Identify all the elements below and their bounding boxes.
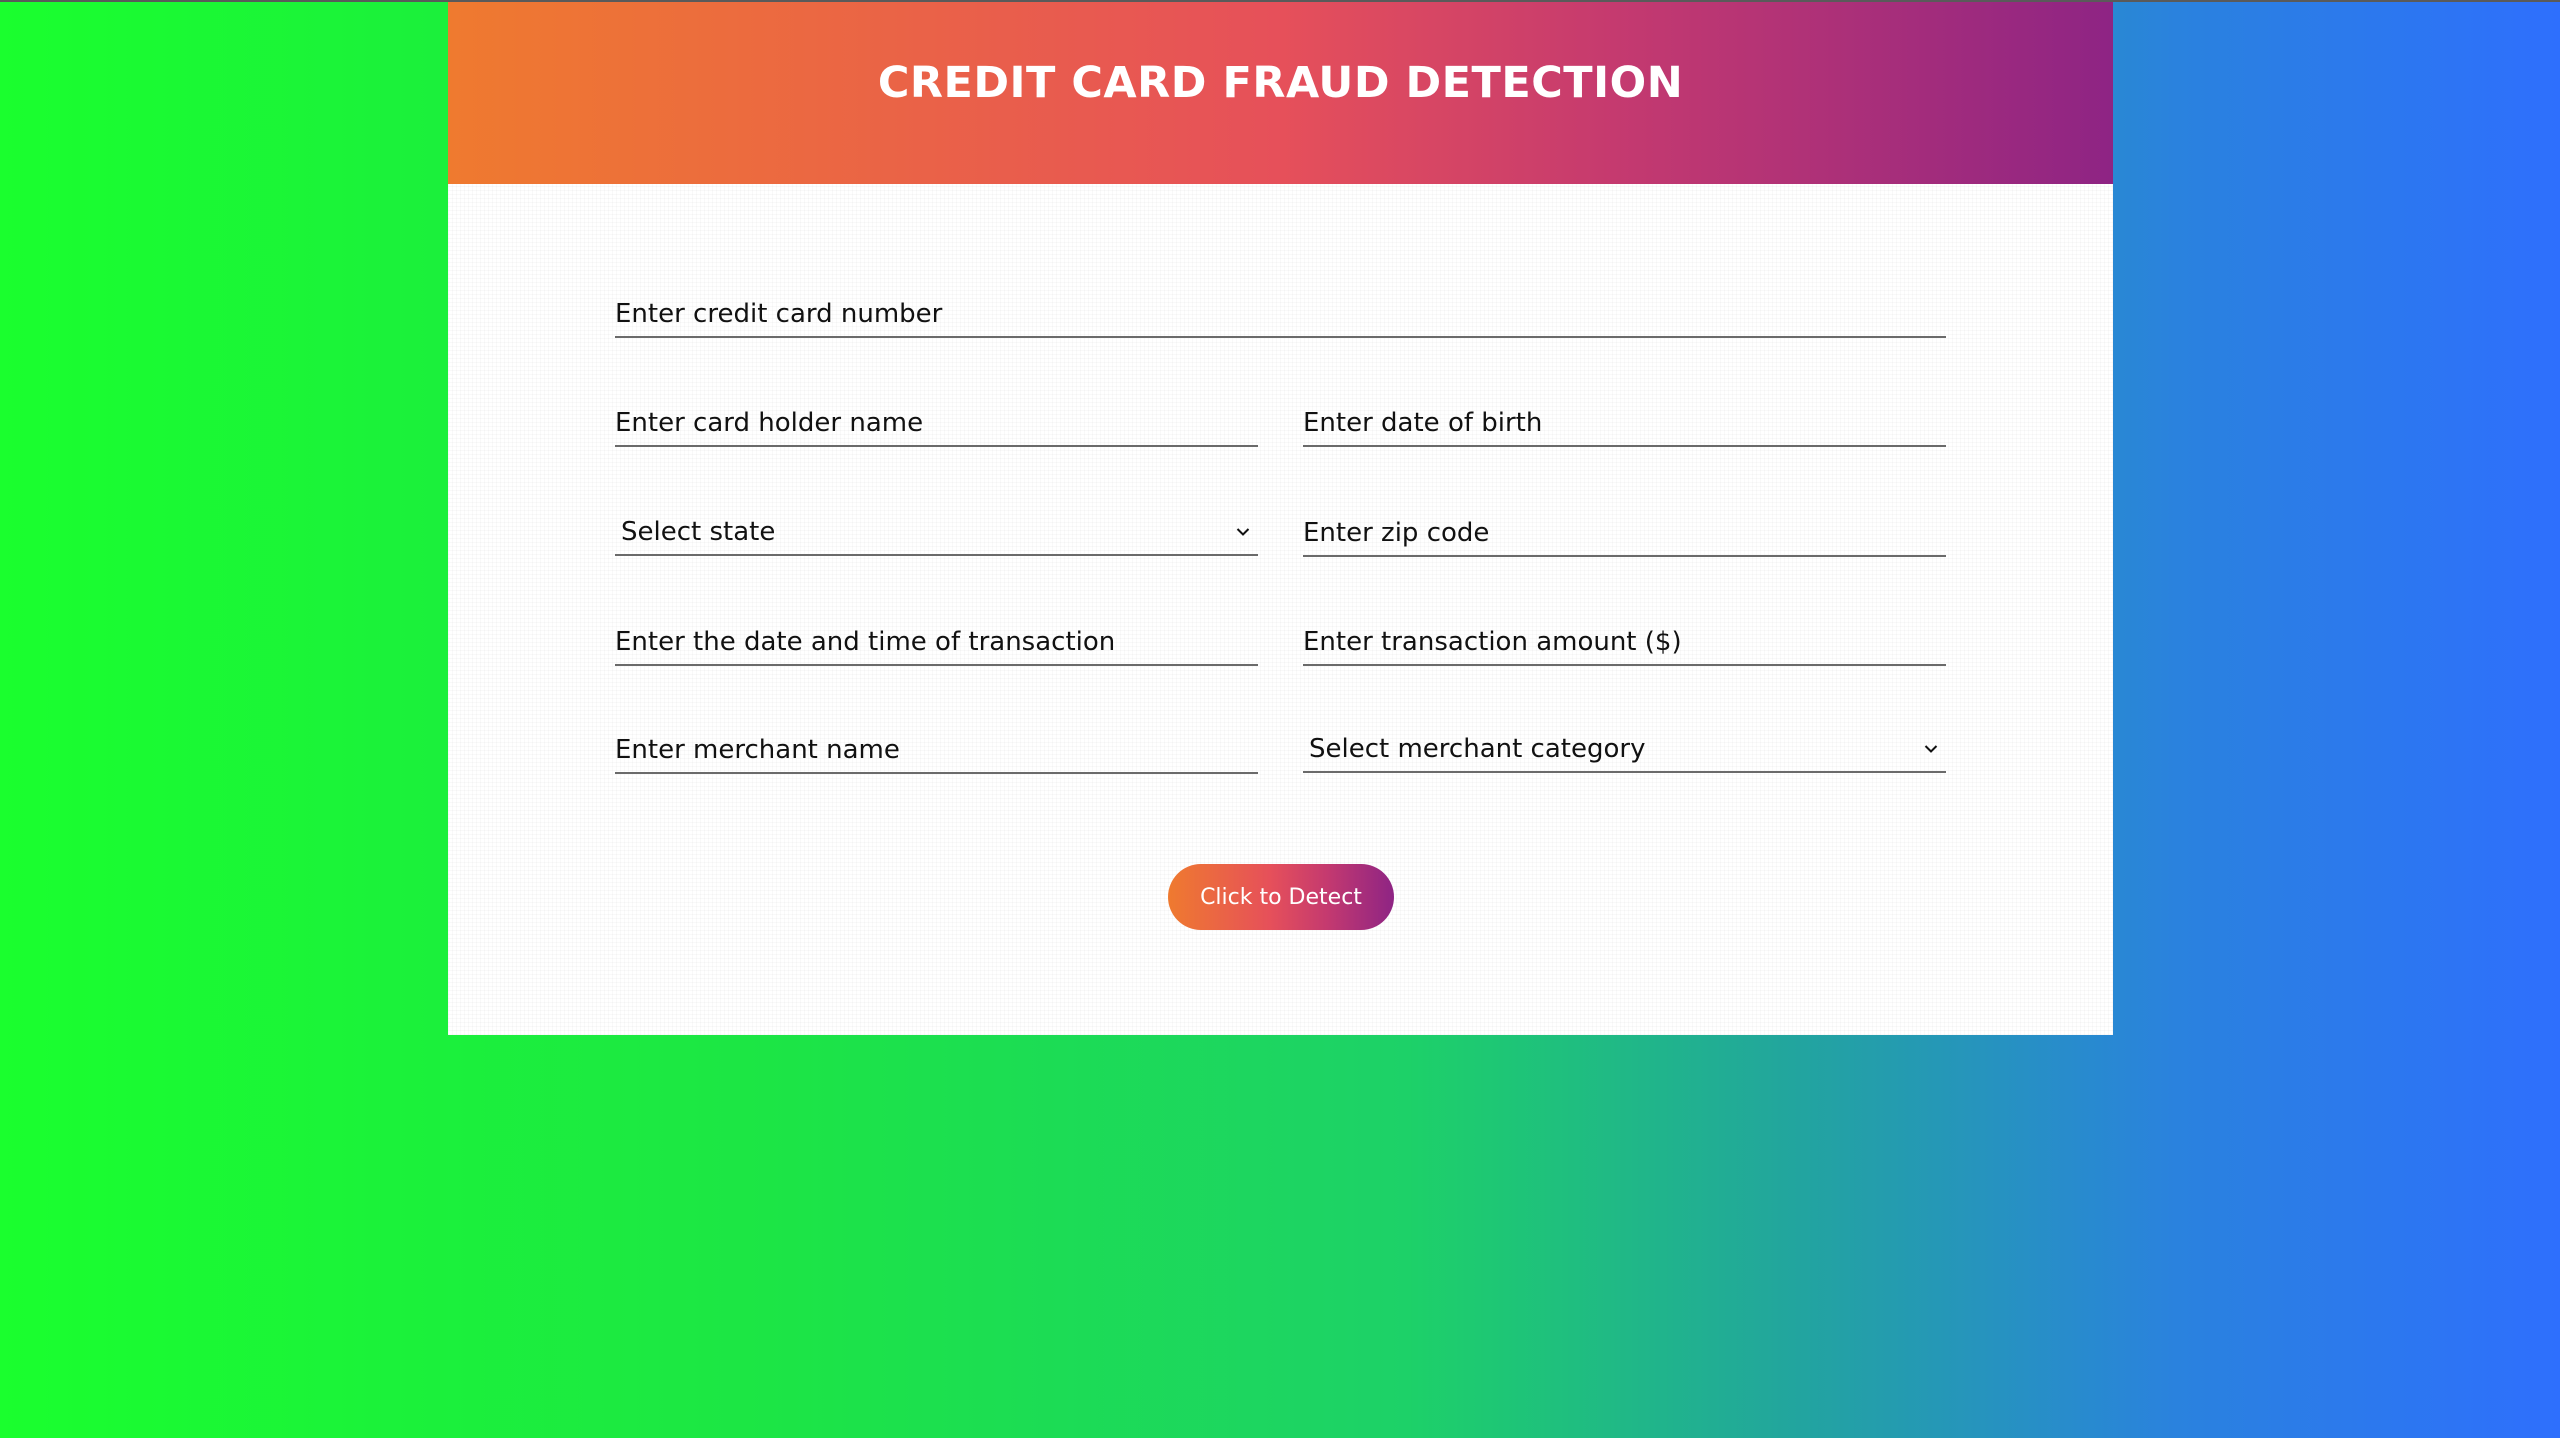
transaction-datetime-field — [615, 618, 1258, 666]
detect-button[interactable]: Click to Detect — [1168, 864, 1394, 930]
page-title: CREDIT CARD FRAUD DETECTION — [877, 58, 1684, 108]
date-of-birth-input[interactable] — [1303, 401, 1946, 445]
card-number-field — [615, 290, 1946, 338]
zip-code-field — [1303, 509, 1946, 557]
chevron-down-icon — [1232, 521, 1254, 543]
date-of-birth-field — [1303, 399, 1946, 447]
transaction-amount-input[interactable] — [1303, 620, 1946, 664]
merchant-category-field: Select merchant category — [1303, 725, 1946, 773]
state-select-value: Select state — [621, 517, 776, 547]
transaction-datetime-input[interactable] — [615, 620, 1258, 664]
zip-code-input[interactable] — [1303, 511, 1946, 555]
state-select[interactable]: Select state — [615, 510, 1258, 554]
merchant-name-field — [615, 726, 1258, 774]
card-holder-name-field — [615, 399, 1258, 447]
card-holder-name-input[interactable] — [615, 401, 1258, 445]
form-card: CREDIT CARD FRAUD DETECTION Select state — [448, 2, 2113, 1035]
merchant-name-input[interactable] — [615, 728, 1258, 772]
page-header: CREDIT CARD FRAUD DETECTION — [448, 2, 2113, 184]
state-field: Select state — [615, 508, 1258, 556]
merchant-category-select-value: Select merchant category — [1309, 734, 1646, 764]
merchant-category-select[interactable]: Select merchant category — [1303, 727, 1946, 771]
chevron-down-icon — [1920, 738, 1942, 760]
transaction-amount-field — [1303, 618, 1946, 666]
card-number-input[interactable] — [615, 292, 1946, 336]
